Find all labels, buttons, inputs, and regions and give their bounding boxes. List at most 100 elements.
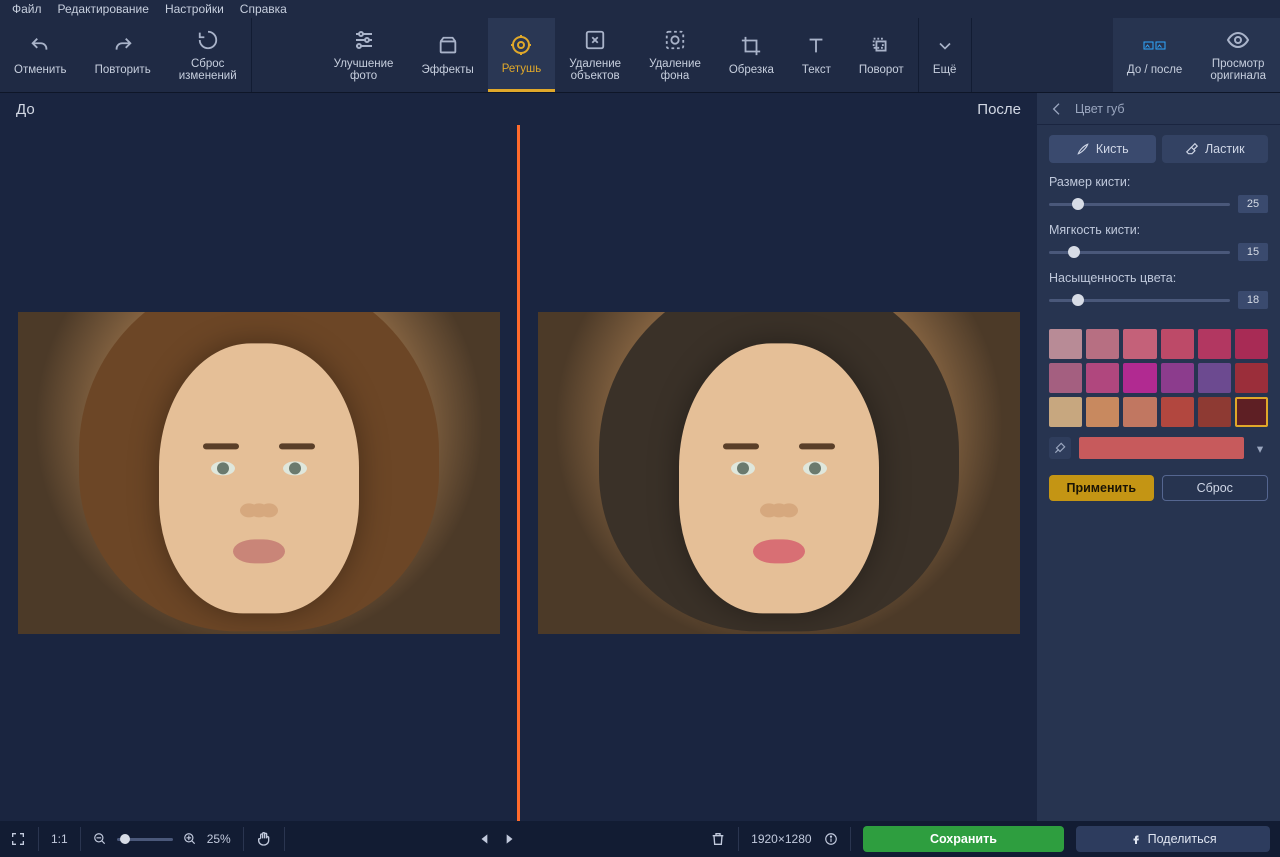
zoom-value: 25% (207, 832, 231, 846)
remove-objects-label: Удаление объектов (569, 58, 621, 82)
cancel-button[interactable]: Сброс (1162, 475, 1269, 501)
undo-icon (28, 34, 52, 58)
menu-settings[interactable]: Настройки (165, 2, 224, 16)
apply-button[interactable]: Применить (1049, 475, 1154, 501)
save-button[interactable]: Сохранить (863, 826, 1065, 852)
color-swatch[interactable] (1049, 329, 1082, 359)
before-after-icon (1143, 34, 1167, 58)
facebook-icon (1130, 833, 1142, 845)
zoom-1to1[interactable]: 1:1 (51, 832, 68, 846)
share-label: Поделиться (1148, 832, 1217, 846)
sliders-icon (352, 28, 376, 52)
retouch-icon (509, 33, 533, 57)
eye-icon (1226, 28, 1250, 52)
brush-soft-value: 15 (1238, 243, 1268, 261)
color-swatch[interactable] (1198, 397, 1231, 427)
canvas-area[interactable]: До После (0, 93, 1037, 821)
prev-image-icon[interactable] (478, 832, 492, 846)
reset-label: Сброс изменений (179, 58, 237, 82)
hand-tool-icon[interactable] (256, 831, 272, 847)
remove-objects-button[interactable]: Удаление объектов (555, 18, 635, 92)
rotate-button[interactable]: Поворот (845, 18, 919, 92)
before-after-button[interactable]: До / после (1113, 18, 1196, 92)
color-swatch[interactable] (1123, 329, 1156, 359)
fullscreen-icon[interactable] (10, 831, 26, 847)
main-toolbar: Отменить Повторить Сброс изменений Улучш… (0, 18, 1280, 93)
menu-help[interactable]: Справка (240, 2, 287, 16)
crop-icon (739, 34, 763, 58)
retouch-button[interactable]: Ретушь (488, 18, 556, 92)
color-swatch[interactable] (1123, 363, 1156, 393)
next-image-icon[interactable] (502, 832, 516, 846)
zoom-slider[interactable] (117, 838, 173, 841)
rotate-label: Поворот (859, 64, 904, 76)
eraser-tab-label: Ластик (1205, 142, 1245, 156)
more-label: Ещё (933, 64, 957, 76)
redo-label: Повторить (95, 64, 151, 76)
more-button[interactable]: Ещё (919, 18, 972, 92)
brush-size-label: Размер кисти: (1049, 175, 1268, 189)
before-after-label: До / после (1127, 64, 1182, 76)
brush-icon (1076, 142, 1090, 156)
saturation-slider[interactable] (1049, 299, 1230, 302)
right-panel: Цвет губ Кисть Ластик Размер кисти: 25 М… (1037, 93, 1280, 821)
brush-tab[interactable]: Кисть (1049, 135, 1156, 163)
back-arrow-icon[interactable] (1049, 101, 1065, 117)
after-pane (520, 125, 1037, 821)
zoom-out-icon[interactable] (93, 832, 107, 846)
eyedropper-button[interactable] (1049, 437, 1071, 459)
effects-button[interactable]: Эффекты (407, 18, 487, 92)
color-swatches (1049, 329, 1268, 427)
color-swatch[interactable] (1123, 397, 1156, 427)
enhance-button[interactable]: Улучшение фото (320, 18, 408, 92)
before-image (18, 312, 500, 634)
zoom-in-icon[interactable] (183, 832, 197, 846)
color-swatch[interactable] (1049, 363, 1082, 393)
color-swatch[interactable] (1235, 363, 1268, 393)
color-swatch[interactable] (1235, 397, 1268, 427)
color-swatch[interactable] (1086, 363, 1119, 393)
color-swatch[interactable] (1161, 329, 1194, 359)
status-bar: 1:1 25% 1920×1280 Сохранить Поделиться (0, 821, 1280, 857)
eraser-tab[interactable]: Ластик (1162, 135, 1269, 163)
text-label: Текст (802, 64, 831, 76)
redo-icon (111, 34, 135, 58)
color-dropdown-arrow[interactable]: ▾ (1252, 437, 1268, 459)
redo-button[interactable]: Повторить (81, 18, 165, 92)
color-swatch[interactable] (1161, 397, 1194, 427)
eraser-icon (1185, 142, 1199, 156)
color-swatch[interactable] (1198, 363, 1231, 393)
before-pane (0, 125, 517, 821)
reset-button[interactable]: Сброс изменений (165, 18, 252, 92)
menu-file[interactable]: Файл (12, 2, 42, 16)
color-swatch[interactable] (1235, 329, 1268, 359)
before-label: До (16, 101, 35, 118)
view-original-button[interactable]: Просмотр оригинала (1196, 18, 1280, 92)
delete-icon[interactable] (710, 831, 726, 847)
retouch-label: Ретушь (502, 63, 542, 75)
workspace: До После (0, 93, 1280, 821)
remove-bg-button[interactable]: Удаление фона (635, 18, 715, 92)
after-image (538, 312, 1020, 634)
after-label: После (977, 101, 1021, 118)
info-icon[interactable] (824, 832, 838, 846)
current-color-bar[interactable] (1079, 437, 1244, 459)
color-swatch[interactable] (1049, 397, 1082, 427)
brush-size-slider[interactable] (1049, 203, 1230, 206)
remove-bg-label: Удаление фона (649, 58, 701, 82)
color-swatch[interactable] (1198, 329, 1231, 359)
remove-objects-icon (583, 28, 607, 52)
crop-label: Обрезка (729, 64, 774, 76)
color-swatch[interactable] (1086, 329, 1119, 359)
color-swatch[interactable] (1086, 397, 1119, 427)
menu-bar: Файл Редактирование Настройки Справка (0, 0, 1280, 18)
share-button[interactable]: Поделиться (1076, 826, 1270, 852)
brush-soft-slider[interactable] (1049, 251, 1230, 254)
brush-tab-label: Кисть (1096, 142, 1129, 156)
undo-button[interactable]: Отменить (0, 18, 81, 92)
saturation-label: Насыщенность цвета: (1049, 271, 1268, 285)
color-swatch[interactable] (1161, 363, 1194, 393)
text-button[interactable]: Текст (788, 18, 845, 92)
menu-edit[interactable]: Редактирование (58, 2, 149, 16)
crop-button[interactable]: Обрезка (715, 18, 788, 92)
